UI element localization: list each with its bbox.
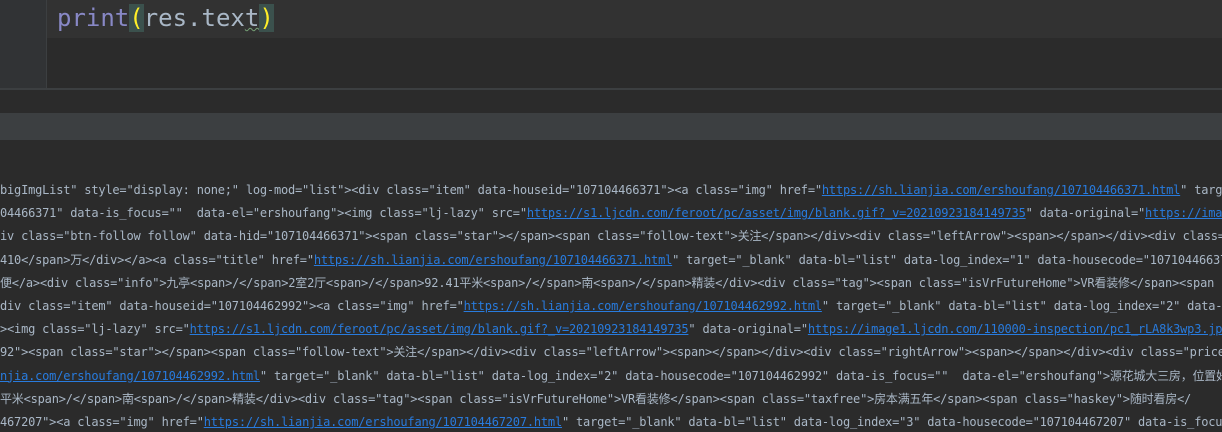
console-line: iv class="btn-follow follow" data-hid="1… [0, 226, 1222, 246]
builtin-print: print [57, 4, 130, 32]
console-line: 410</span>万</div></a><a class="title" hr… [0, 250, 1222, 270]
console-link[interactable]: https://s1.ljcdn.com/feroot/pc/asset/img… [190, 322, 689, 336]
console-text: " target="_blank" data-bl="list" data-lo… [561, 415, 1222, 429]
console-text: " data-original=" [688, 322, 808, 337]
console-line: 便</a><div class="info">九亭<span>/</span>2… [0, 273, 1222, 293]
console-text: " target="_blank" data-bl="list" data-lo… [259, 368, 1222, 383]
console-text: iv class="btn-follow follow" data-hid="1… [0, 229, 1222, 244]
console-line: bigImgList" style="display: none;" log-m… [0, 180, 1222, 200]
console-line: div class="item" data-houseid="107104462… [0, 296, 1222, 316]
console-link[interactable]: https://sh.lianjia.com/ershoufang/107104… [314, 253, 672, 267]
console-line: 467207"><a class="img" href="https://sh.… [0, 412, 1222, 432]
console-text: ><img class="lj-lazy" src=" [0, 322, 190, 337]
console-text: 467207"><a class="img" href=" [0, 415, 204, 429]
console-link[interactable]: https://imag [1145, 206, 1222, 220]
console-line: 92"><span class="star"></span><span clas… [0, 342, 1222, 362]
console-link[interactable]: https://s1.ljcdn.com/feroot/pc/asset/img… [527, 206, 1026, 220]
code-expression: res.tex [143, 4, 245, 32]
console-link[interactable]: https://sh.lianjia.com/ershoufang/107104… [204, 415, 562, 429]
console-text: " targe [1180, 183, 1222, 197]
run-panel-header [0, 90, 1222, 113]
open-paren: ( [129, 4, 144, 32]
editor-gutter [0, 0, 46, 88]
console-text: " target="_blank" data-bl="list" data-lo… [821, 299, 1222, 313]
close-paren: ) [259, 4, 274, 32]
console-line: njia.com/ershoufang/107104462992.html" t… [0, 366, 1222, 386]
console-link[interactable]: https://sh.lianjia.com/ershoufang/107104… [464, 299, 822, 313]
run-console-output[interactable]: bigImgList" style="display: none;" log-m… [0, 140, 1222, 429]
console-text: 平米<span>/</span>南<span>/</span>精装</div><… [0, 391, 1192, 406]
typo-squiggle-char: t [244, 4, 260, 32]
console-text: 410</span>万</div></a><a class="title" hr… [0, 252, 314, 267]
console-line: ><img class="lj-lazy" src="https://s1.lj… [0, 319, 1222, 339]
console-text: 便</a><div class="info">九亭<span>/</span>2… [0, 275, 1222, 290]
code-line[interactable]: print(res.text) [57, 0, 274, 36]
console-link[interactable]: https://image1.ljcdn.com/110000-inspecti… [808, 322, 1222, 336]
run-toolbar [0, 113, 1222, 140]
console-text: div class="item" data-houseid="107104462… [0, 299, 464, 313]
console-link[interactable]: njia.com/ershoufang/107104462992.html [0, 369, 260, 383]
console-text: bigImgList" style="display: none;" log-m… [0, 183, 822, 197]
console-line: 04466371" data-is_focus="" data-el="ersh… [0, 203, 1222, 223]
console-text: 04466371" data-is_focus="" data-el="ersh… [0, 206, 527, 221]
code-editor[interactable]: print(res.text) [0, 0, 1222, 88]
console-text: " data-original=" [1025, 206, 1146, 221]
console-line: 平米<span>/</span>南<span>/</span>精装</div><… [0, 389, 1191, 409]
console-text: " target="_blank" data-bl="list" data-lo… [672, 252, 1222, 267]
console-link[interactable]: https://sh.lianjia.com/ershoufang/107104… [822, 183, 1180, 197]
console-text: 92"><span class="star"></span><span clas… [0, 345, 1222, 360]
